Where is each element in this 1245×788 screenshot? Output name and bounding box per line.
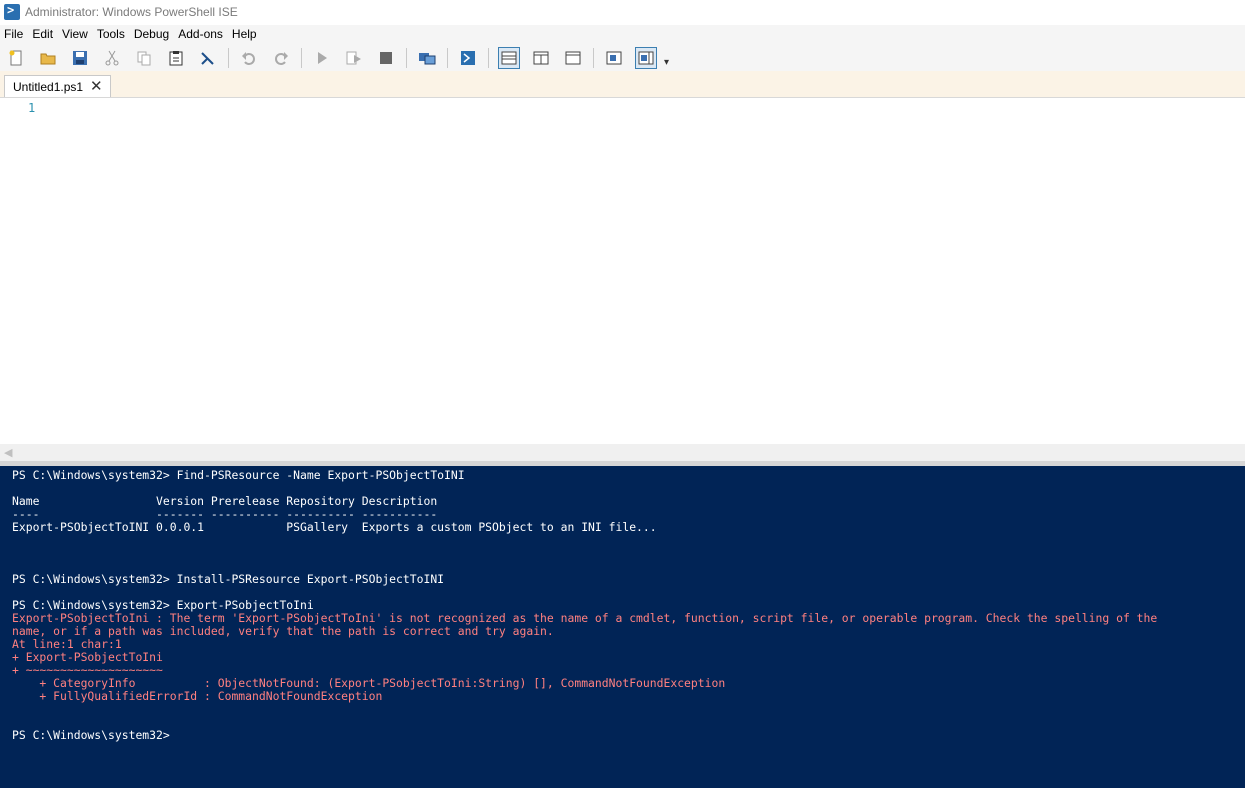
run-script-icon[interactable] (311, 47, 333, 69)
console-line: PS C:\Windows\system32> Install-PSResour… (12, 572, 445, 586)
start-powershell-icon[interactable] (457, 47, 479, 69)
console-prompt[interactable]: PS C:\Windows\system32> (12, 729, 170, 742)
menu-view[interactable]: View (58, 25, 93, 44)
menu-debug[interactable]: Debug (130, 25, 174, 44)
show-script-pane-right-icon[interactable] (530, 47, 552, 69)
menu-add-ons[interactable]: Add-ons (174, 25, 228, 44)
menu-tools[interactable]: Tools (93, 25, 130, 44)
cut-icon[interactable] (101, 47, 123, 69)
show-command-addon-icon[interactable] (635, 46, 657, 69)
window-title: Administrator: Windows PowerShell ISE (25, 5, 238, 19)
redo-icon[interactable] (270, 47, 292, 69)
new-file-icon[interactable] (5, 47, 27, 69)
stop-icon[interactable] (375, 47, 397, 69)
open-folder-icon[interactable] (37, 47, 59, 69)
console-line: Export-PSObjectToINI 0.0.0.1 PSGallery E… (12, 520, 657, 534)
line-number: 1 (28, 101, 36, 115)
console-error-line: + FullyQualifiedErrorId : CommandNotFoun… (12, 689, 383, 703)
show-script-pane-top-icon[interactable] (498, 46, 520, 69)
menu-file[interactable]: File (0, 25, 28, 44)
toolbar: ▾ (0, 44, 1245, 71)
title-bar: Administrator: Windows PowerShell ISE (0, 0, 1245, 24)
close-icon[interactable]: ✕ (90, 79, 103, 94)
remote-powershell-icon[interactable] (416, 47, 438, 69)
horizontal-scrollbar[interactable]: ◀ (0, 444, 1245, 461)
undo-icon[interactable] (238, 47, 260, 69)
toolbar-separator (488, 47, 489, 68)
tab-label: Untitled1.ps1 (13, 79, 84, 94)
toolbar-separator (228, 47, 229, 68)
show-script-pane-maximized-icon[interactable] (562, 47, 584, 69)
show-command-window-icon[interactable] (603, 47, 625, 69)
console-pane[interactable]: PS C:\Windows\system32> Find-PSResource … (0, 466, 1245, 788)
console-line: PS C:\Windows\system32> Find-PSResource … (12, 468, 465, 482)
run-selection-icon[interactable] (343, 47, 365, 69)
scroll-left-icon[interactable]: ◀ (4, 446, 12, 459)
copy-icon[interactable] (133, 47, 155, 69)
toolbar-overflow-icon[interactable]: ▾ (664, 57, 669, 68)
paste-icon[interactable] (165, 47, 187, 69)
save-icon[interactable] (69, 47, 91, 69)
menu-bar: File Edit View Tools Debug Add-ons Help (0, 25, 1245, 44)
toolbar-separator (301, 47, 302, 68)
menu-edit[interactable]: Edit (28, 25, 58, 44)
menu-help[interactable]: Help (228, 25, 262, 44)
powershell-ise-icon (4, 3, 20, 20)
clear-console-icon[interactable] (197, 47, 219, 69)
script-editor[interactable]: 1 (0, 98, 1245, 444)
script-tab-strip: Untitled1.ps1 ✕ (0, 71, 1245, 98)
toolbar-separator (406, 47, 407, 68)
toolbar-separator (447, 47, 448, 68)
toolbar-separator (593, 47, 594, 68)
tab-untitled1[interactable]: Untitled1.ps1 ✕ (4, 75, 111, 97)
